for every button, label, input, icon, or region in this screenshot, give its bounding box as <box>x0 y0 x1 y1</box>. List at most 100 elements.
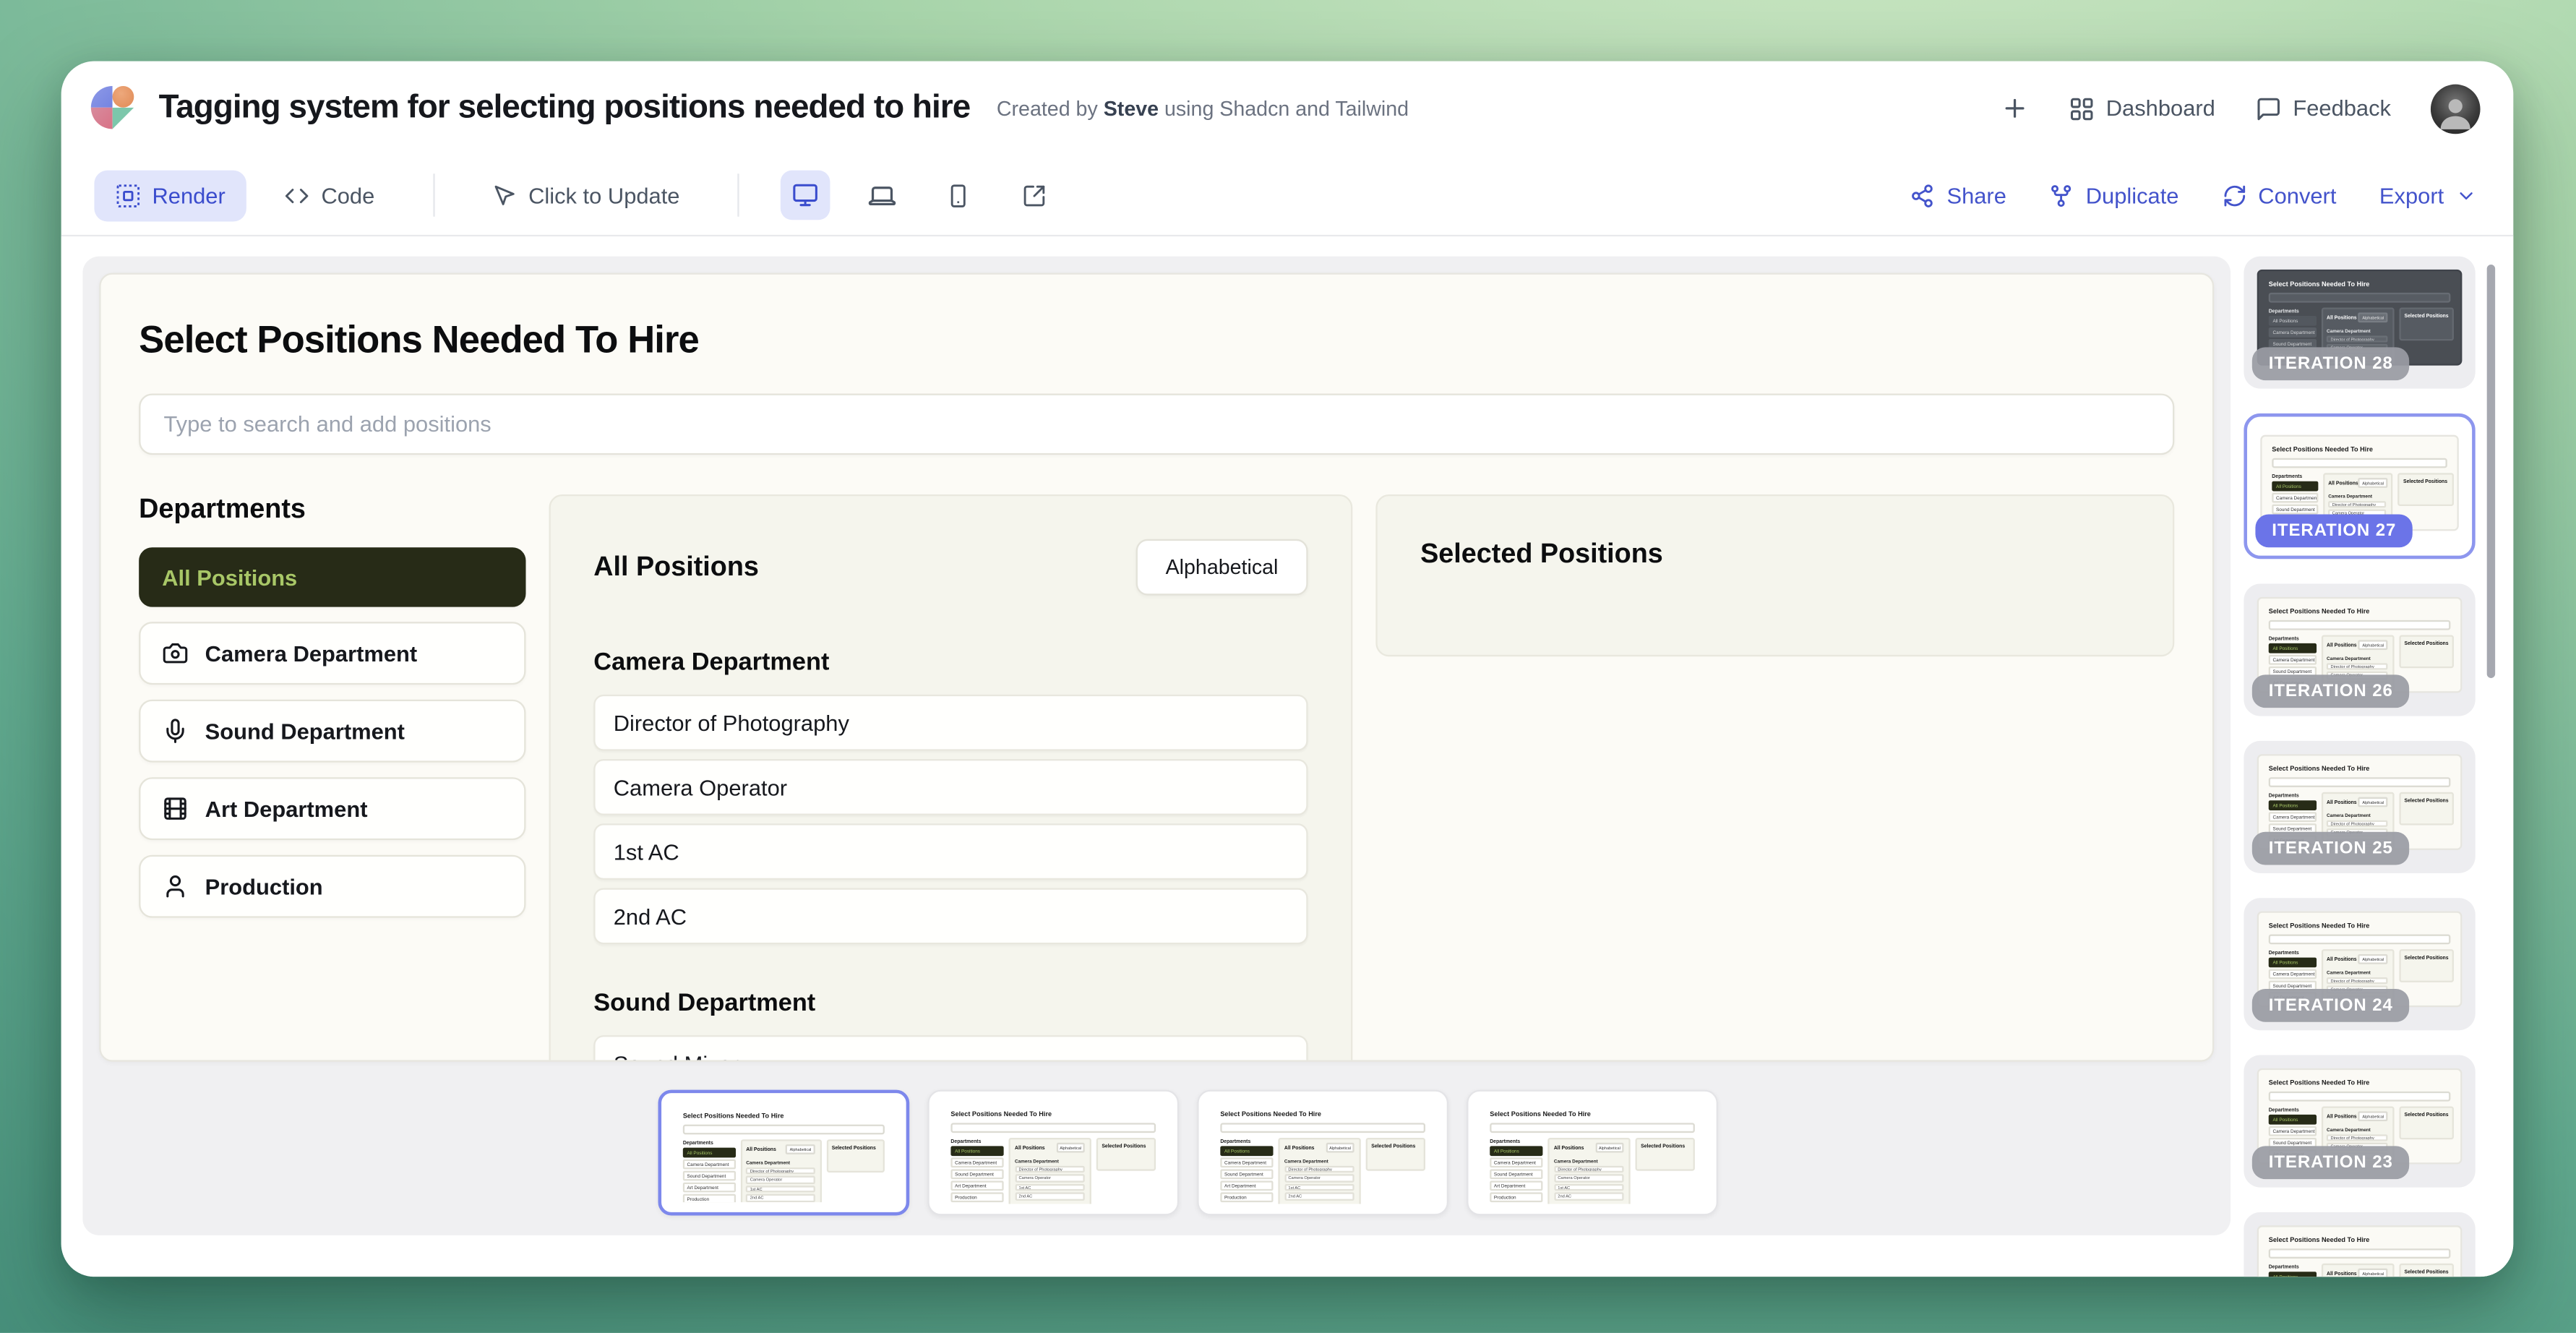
preview-columns: Departments All PositionsCamera Departme… <box>139 494 2174 1062</box>
path <box>287 189 308 201</box>
b: All Positions <box>2327 1270 2357 1277</box>
position-row[interactable]: Camera Operator <box>593 759 1308 815</box>
position-row[interactable]: Sound Mixer <box>593 1035 1308 1062</box>
convert-button[interactable]: Convert <box>2222 183 2336 207</box>
new-project-button[interactable] <box>2000 94 2028 122</box>
m-lbl: Departments <box>2269 948 2316 955</box>
position-row[interactable]: 2nd AC <box>593 888 1308 944</box>
m-sec: Camera Department <box>2327 654 2388 661</box>
iteration-card-iteration-24[interactable]: Select Positions Needed To HireDepartmen… <box>2244 898 2475 1030</box>
alphabetical-sort-button[interactable]: Alphabetical <box>1135 539 1308 596</box>
duplicate-label: Duplicate <box>2086 183 2179 207</box>
laptop-view-button[interactable] <box>856 171 906 220</box>
iteration-card-iteration-27[interactable]: Select Positions Needed To HireDepartmen… <box>2244 413 2475 559</box>
version-thumbnail-3[interactable]: Select Positions Needed To HireDepartmen… <box>1197 1090 1448 1216</box>
m-lbl: Departments <box>2269 1263 2316 1269</box>
m-pill: Sound Department <box>1490 1169 1543 1178</box>
feedback-button[interactable]: Feedback <box>2255 95 2391 122</box>
magicpatterns-logo[interactable] <box>91 86 136 131</box>
m-c2: All PositionsAlphabeticalCamera Departme… <box>1009 1137 1091 1204</box>
camera-icon <box>162 640 189 666</box>
m-pill: Art Department <box>683 1183 736 1192</box>
version-thumbnail-2[interactable]: Select Positions Needed To Hire Departmen… <box>927 1090 1179 1216</box>
b: All Positions <box>2327 956 2357 963</box>
path <box>2258 98 2277 118</box>
logo-shape-teal <box>113 108 134 129</box>
mini-app-thumbnail: Select Positions Needed To HireDepartmen… <box>2257 1225 2463 1277</box>
click-to-update-button[interactable]: Click to Update <box>471 169 701 220</box>
m-ph: All PositionsAlphabetical <box>2327 797 2388 807</box>
circle <box>2449 100 2463 113</box>
film-icon <box>162 795 189 822</box>
desktop-view-button[interactable] <box>781 171 830 220</box>
share-button[interactable]: Share <box>1910 183 2006 207</box>
m-pill: Sound Department <box>950 1169 1004 1178</box>
code-tab[interactable]: Code <box>263 169 396 220</box>
iteration-card-iteration-23[interactable]: Select Positions Needed To HireDepartmen… <box>2244 1055 2475 1188</box>
m-search <box>2269 620 2451 630</box>
position-row[interactable]: 1st AC <box>593 823 1308 880</box>
m-sec: Camera Department <box>2327 969 2388 975</box>
monitor-icon <box>792 182 819 209</box>
all-positions-heading: All Positions <box>593 552 759 583</box>
section-title: Sound Department <box>593 989 1308 1017</box>
m-pill: Camera Department <box>1490 1157 1543 1167</box>
export-button[interactable]: Export <box>2379 183 2477 207</box>
circle <box>1913 192 1920 199</box>
iteration-card-iteration-28[interactable]: Select Positions Needed To HireDepartmen… <box>2244 257 2475 389</box>
department-button-sound-department[interactable]: Sound Department <box>139 700 525 763</box>
m-ph: All PositionsAlphabetical <box>2327 640 2388 650</box>
m-row: Director of Photography <box>1015 1165 1085 1173</box>
m-pill: Art Department <box>1220 1180 1274 1190</box>
m-search <box>2272 458 2447 468</box>
m-ph: All PositionsAlphabetical <box>1284 1143 1354 1153</box>
cursor-icon <box>492 183 517 207</box>
m-lbl: Departments <box>683 1139 736 1145</box>
convert-refresh-icon <box>2222 183 2246 207</box>
department-button-art-department[interactable]: Art Department <box>139 777 525 840</box>
rect <box>2071 111 2079 119</box>
departments-list: All Positions Camera Department Sound Depa… <box>139 547 525 917</box>
laptop-icon <box>867 181 896 210</box>
mobile-view-button[interactable] <box>933 171 983 220</box>
m-pill: All Positions <box>1220 1146 1274 1155</box>
position-row[interactable]: Director of Photography <box>593 695 1308 751</box>
m-row: Director of Photography <box>1284 1165 1354 1173</box>
iteration-card-partial[interactable]: Select Positions Needed To HireDepartmen… <box>2244 1212 2475 1277</box>
duplicate-button[interactable]: Duplicate <box>2049 183 2178 207</box>
byline-prefix: Created by <box>997 97 1104 120</box>
m-row: 1st AC <box>746 1186 815 1193</box>
toolbar-left: Render Code Click to Update <box>94 169 1063 220</box>
iteration-card-iteration-26[interactable]: Select Positions Needed To HireDepartmen… <box>2244 584 2475 716</box>
path <box>172 720 179 734</box>
render-tab[interactable]: Render <box>94 169 246 220</box>
version-thumbnail-4[interactable]: Select Positions Needed To HireDepartmen… <box>1467 1090 1718 1216</box>
m-title: Select Positions Needed To Hire <box>950 1110 1156 1118</box>
user-avatar[interactable] <box>2431 84 2481 134</box>
smartphone-icon <box>945 183 970 207</box>
m-title: Select Positions Needed To Hire <box>1220 1110 1425 1118</box>
m-row: Director of Photography <box>746 1167 815 1174</box>
m-p3: Selected Positions <box>2399 307 2455 340</box>
m-c2: All PositionsAlphabeticalCamera Departme… <box>1279 1137 1360 1204</box>
m-ph: All PositionsAlphabetical <box>2327 1269 2388 1277</box>
user-icon <box>162 873 189 900</box>
iteration-card-iteration-25[interactable]: Select Positions Needed To HireDepartmen… <box>2244 741 2475 873</box>
m-sec: Camera Department <box>2327 327 2388 333</box>
m-ph: All PositionsAlphabetical <box>1015 1143 1085 1153</box>
m-search <box>950 1122 1156 1132</box>
department-button-all-positions[interactable]: All Positions <box>139 547 525 607</box>
m-cols: DepartmentsAll PositionsCamera Departmen… <box>683 1139 885 1202</box>
version-thumbnail-1[interactable]: Select Positions Needed To HireDepartmen… <box>658 1090 910 1216</box>
m-cols: DepartmentsAll PositionsCamera Departmen… <box>950 1137 1156 1204</box>
dashboard-button[interactable]: Dashboard <box>2068 95 2215 122</box>
position-search-input[interactable] <box>139 393 2174 455</box>
open-preview-button[interactable] <box>1009 171 1059 220</box>
m-p3: Selected Positions <box>2399 1263 2455 1277</box>
department-button-production[interactable]: Production <box>139 855 525 918</box>
department-button-camera-department[interactable]: Camera Department <box>139 622 525 685</box>
m-c3: Selected Positions <box>2399 1263 2455 1277</box>
selected-positions-heading: Selected Positions <box>1420 539 2129 570</box>
sidebar-scrollbar[interactable] <box>2487 265 2495 678</box>
m-btn: Alphabetical <box>2358 1269 2388 1277</box>
